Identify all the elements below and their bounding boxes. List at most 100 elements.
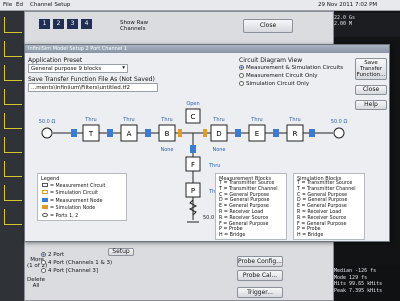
port-option-label: 4 Port (Channels 1 & 3) xyxy=(48,260,113,266)
legend-label: = Measurement Node xyxy=(50,198,103,204)
port-option-2port[interactable]: 2 Port xyxy=(41,251,112,259)
infiniisim-dialog: InfiniiSim Model Setup 2 Port Channel 1 … xyxy=(24,44,390,242)
radio-selected-icon xyxy=(239,65,244,70)
block-B-setting[interactable]: Thru xyxy=(160,117,172,123)
measurement-node-icon xyxy=(42,197,48,202)
menu-edit[interactable]: Ed xyxy=(16,2,23,8)
block-E[interactable]: E xyxy=(248,124,266,142)
block-label: P xyxy=(191,187,195,195)
block-A[interactable]: A xyxy=(120,124,138,142)
save-file-path[interactable]: ...ments\Infiniium\Filters\untitled.tf2 xyxy=(28,83,158,92)
measurement-blocks-list: T = Transmitter Source T = Transmitter C… xyxy=(219,181,278,239)
trigger-button[interactable]: Trigger... xyxy=(237,287,283,298)
block-label: B xyxy=(165,130,170,138)
radio-icon xyxy=(239,81,244,86)
block-E-setting[interactable]: Thru xyxy=(250,117,262,123)
measurement-node-icon xyxy=(145,129,151,137)
channel-4-button[interactable]: 4 xyxy=(81,19,92,29)
list-item: T = Transmitter Source xyxy=(219,181,275,186)
list-item: T = Transmitter Source xyxy=(297,181,353,186)
dialog-title[interactable]: InfiniiSim Model Setup 2 Port Channel 1 xyxy=(25,45,389,53)
block-D[interactable]: D xyxy=(210,124,228,142)
scope-waveform-strip xyxy=(0,11,26,301)
block-R[interactable]: R xyxy=(286,124,304,142)
load-node xyxy=(333,127,345,139)
measurement-node-icon xyxy=(309,129,315,137)
application-preset-select[interactable]: General purpose 9 blocks ▾ xyxy=(28,64,128,73)
waveform-trace xyxy=(4,185,22,201)
block-F[interactable]: F xyxy=(185,156,201,172)
close-channel-setup-button[interactable]: Close xyxy=(243,19,293,33)
port-option-4port-3[interactable]: 4 Port [Channel 3] xyxy=(41,267,112,275)
radio-label: Measurement & Simulation Circuits xyxy=(246,65,344,71)
save-transfer-function-button[interactable]: Save Transfer Function... xyxy=(355,58,387,80)
probe-config-button[interactable]: Probe Config... xyxy=(237,256,283,267)
block-label: F xyxy=(191,161,195,169)
btn-line: Function... xyxy=(356,72,386,78)
radio-selected-icon xyxy=(41,252,46,257)
block-label: E xyxy=(255,130,259,138)
radio-measurement-simulation[interactable]: Measurement & Simulation Circuits xyxy=(239,65,343,71)
simulation-node-icon xyxy=(178,129,182,137)
channel-2-button[interactable]: 2 xyxy=(53,19,64,29)
show-raw-channels-label[interactable]: Show Raw Channels xyxy=(120,20,148,32)
port-option-label: 4 Port [Channel 3] xyxy=(48,268,99,274)
preset-value: General purpose 9 blocks xyxy=(31,66,102,72)
port-option-4port-1-3[interactable]: 4 Port (Channels 1 & 3) xyxy=(41,259,112,267)
setup-button[interactable]: Setup xyxy=(108,248,134,256)
channel-1-button[interactable]: 1 xyxy=(39,19,50,29)
node-setting[interactable]: None xyxy=(160,147,173,153)
delete-all-button[interactable]: Delete All xyxy=(27,277,45,289)
legend-label: = Simulation Circuit xyxy=(50,191,99,197)
simulation-blocks-list: T = Transmitter Source T = Transmitter C… xyxy=(297,181,356,239)
block-F-setting[interactable]: Thru xyxy=(208,163,220,169)
radio-icon xyxy=(41,268,46,273)
block-A-setting[interactable]: Thru xyxy=(122,117,134,123)
radio-icon xyxy=(239,73,244,78)
list-item: T = Transmitter Channel xyxy=(297,186,356,192)
block-R-setting[interactable]: Thru xyxy=(288,117,300,123)
load-res-label[interactable]: 50.0 Ω xyxy=(331,119,348,125)
source-res-label[interactable]: 50.0 Ω xyxy=(39,119,56,125)
block-label: A xyxy=(127,130,132,138)
legend-label: = Ports 1, 2 xyxy=(50,213,79,219)
block-C-setting[interactable]: Open xyxy=(186,101,199,107)
acquisition-readout: 22.0 Gs 2.00 M xyxy=(330,13,400,37)
simulation-node-icon xyxy=(203,129,207,137)
circuit-view-label: Circuit Diagram View xyxy=(239,57,303,64)
delete-all-label: All xyxy=(32,283,40,289)
node-setting[interactable]: None xyxy=(212,147,225,153)
waveform-trace xyxy=(4,137,22,153)
measurement-node-icon xyxy=(71,129,77,137)
waveform-trace xyxy=(4,161,22,177)
dialog-close-button[interactable]: Close xyxy=(355,85,387,95)
block-T[interactable]: T xyxy=(82,124,100,142)
memory-depth: 2.00 M xyxy=(334,21,353,27)
waveform-trace xyxy=(4,65,22,81)
probe-cal-button[interactable]: Probe Cal... xyxy=(237,270,283,281)
radio-icon xyxy=(41,260,46,265)
legend-item: = Measurement Circuit xyxy=(42,183,105,190)
legend-item: = Simulation Node xyxy=(42,205,105,212)
block-label: R xyxy=(293,130,298,138)
measurement-node-icon xyxy=(273,129,279,137)
block-T-setting[interactable]: Thru xyxy=(84,117,96,123)
waveform-trace xyxy=(4,41,22,57)
radio-simulation-only[interactable]: Simulation Circuit Only xyxy=(239,81,309,87)
menu-file[interactable]: File xyxy=(3,2,12,8)
channel-3-button[interactable]: 3 xyxy=(67,19,78,29)
list-item: T = Transmitter Channel xyxy=(219,186,278,192)
legend-item: = Simulation Circuit xyxy=(42,190,105,197)
legend-item: = Ports 1, 2 xyxy=(42,212,105,220)
help-button[interactable]: Help xyxy=(355,100,387,110)
source-node xyxy=(41,127,53,139)
legend-label: = Simulation Node xyxy=(50,206,96,212)
block-B[interactable]: B xyxy=(158,124,176,142)
legend-list: = Measurement Circuit = Simulation Circu… xyxy=(42,183,105,220)
measurement-node-icon xyxy=(235,129,241,137)
block-C[interactable]: C xyxy=(185,108,201,124)
block-D-setting[interactable]: Thru xyxy=(212,117,224,123)
block-P[interactable]: P xyxy=(185,182,201,198)
block-label: T xyxy=(88,130,94,138)
radio-measurement-only[interactable]: Measurement Circuit Only xyxy=(239,73,318,79)
